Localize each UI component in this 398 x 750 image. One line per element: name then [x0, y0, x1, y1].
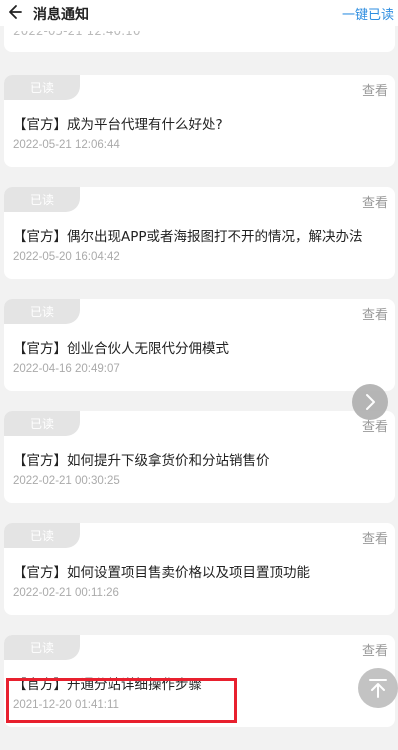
message-date: 2022-02-21 00:11:26	[13, 587, 119, 599]
message-card[interactable]: 已读 查看 【官方】如何设置项目售卖价格以及项目置顶功能 2022-02-21 …	[4, 523, 395, 615]
message-card[interactable]: 已读 查看 【官方】成为平台代理有什么好处? 2022-05-21 12:06:…	[4, 75, 395, 167]
read-status-badge: 已读	[4, 187, 80, 212]
view-button[interactable]: 查看	[362, 80, 388, 99]
mark-all-read-button[interactable]: 一键已读	[342, 4, 394, 23]
highlight-box	[6, 678, 237, 723]
message-title: 【官方】如何提升下级拿货价和分站销售价	[13, 453, 270, 469]
read-status-badge: 已读	[4, 523, 80, 548]
message-date: 2022-04-16 20:49:07	[13, 363, 120, 375]
message-date: 2022-05-21 12:06:44	[13, 139, 120, 151]
chevron-right-icon	[366, 394, 375, 410]
message-date: 2022-05-21 12:40:10	[13, 24, 141, 38]
message-title: 【官方】如何设置项目售卖价格以及项目置顶功能	[13, 565, 310, 581]
read-status-badge: 已读	[4, 299, 80, 324]
view-button[interactable]: 查看	[362, 640, 388, 659]
arrow-up-icon	[369, 679, 387, 698]
message-title: 【官方】偶尔出现APP或者海报图打不开的情况，解决办法	[13, 229, 363, 245]
message-date: 2022-02-21 00:30:25	[13, 475, 120, 487]
read-status-badge: 已读	[4, 635, 80, 660]
header-bar: 消息通知 一键已读	[0, 0, 398, 26]
view-button[interactable]: 查看	[362, 192, 388, 211]
page-title: 消息通知	[33, 7, 89, 23]
message-title: 【官方】创业合伙人无限代分佣模式	[13, 341, 229, 357]
message-title: 【官方】成为平台代理有什么好处?	[13, 117, 223, 133]
message-card[interactable]: 已读 查看 【官方】如何提升下级拿货价和分站销售价 2022-02-21 00:…	[4, 411, 395, 503]
view-button[interactable]: 查看	[362, 304, 388, 323]
read-status-badge: 已读	[4, 75, 80, 100]
next-page-button[interactable]	[352, 384, 388, 420]
message-card-partial[interactable]: 2022-05-21 12:40:10	[4, 22, 395, 52]
read-status-badge: 已读	[4, 411, 80, 436]
message-card[interactable]: 已读 查看 【官方】偶尔出现APP或者海报图打不开的情况，解决办法 2022-0…	[4, 187, 395, 279]
view-button[interactable]: 查看	[362, 528, 388, 547]
message-card[interactable]: 已读 查看 【官方】创业合伙人无限代分佣模式 2022-04-16 20:49:…	[4, 299, 395, 391]
back-to-top-button[interactable]	[358, 668, 398, 708]
message-date: 2022-05-20 16:04:42	[13, 251, 120, 263]
back-arrow-icon[interactable]	[6, 4, 22, 20]
